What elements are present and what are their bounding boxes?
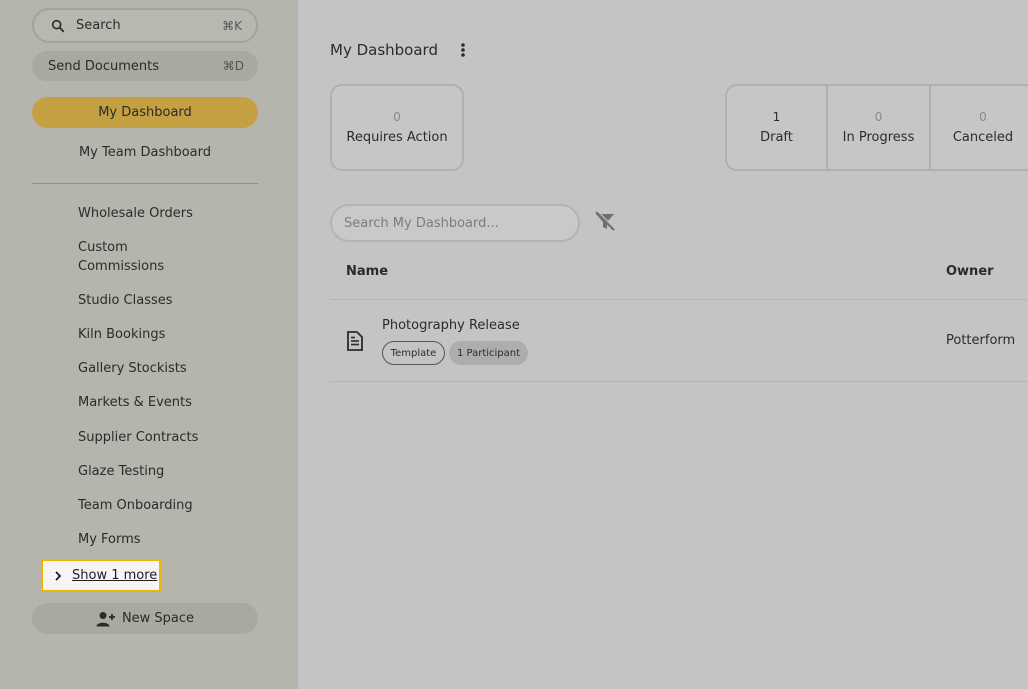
add-user-icon (96, 611, 115, 626)
space-item-glaze-testing[interactable]: Glaze Testing (78, 462, 164, 481)
canceled-count: 0 (979, 110, 987, 124)
table-row-divider (330, 381, 1028, 382)
draft-label: Draft (760, 130, 793, 145)
show-more-button[interactable]: Show 1 more (41, 559, 161, 592)
chevron-right-icon (55, 570, 62, 581)
space-item-supplier-contracts[interactable]: Supplier Contracts (78, 428, 198, 447)
space-item-wholesale-orders[interactable]: Wholesale Orders (78, 204, 193, 223)
nav-my-team-dashboard[interactable]: My Team Dashboard (32, 137, 258, 167)
filter-off-icon[interactable] (593, 209, 617, 233)
space-item-markets-events[interactable]: Markets & Events (78, 393, 192, 412)
template-badge: Template (382, 341, 445, 365)
nav-my-dashboard[interactable]: My Dashboard (32, 97, 258, 128)
space-item-team-onboarding[interactable]: Team Onboarding (78, 496, 193, 515)
status-card-draft[interactable]: 1 Draft (727, 86, 828, 169)
dashboard-search (330, 204, 580, 242)
search-shortcut: ⌘K (222, 18, 242, 33)
new-space-button[interactable]: New Space (32, 603, 258, 634)
status-card-canceled[interactable]: 0 Canceled (931, 86, 1028, 169)
document-title[interactable]: Photography Release (382, 318, 520, 333)
space-item-kiln-bookings[interactable]: Kiln Bookings (78, 325, 165, 344)
dashboard-search-input[interactable] (332, 206, 578, 240)
draft-count: 1 (772, 110, 781, 124)
space-item-studio-classes[interactable]: Studio Classes (78, 291, 173, 310)
search-icon (51, 19, 65, 32)
status-card-in-progress[interactable]: 0 In Progress (828, 86, 931, 169)
in-progress-label: In Progress (842, 130, 915, 145)
space-item-custom-commissions[interactable]: Custom Commissions (78, 238, 188, 276)
send-documents-shortcut: ⌘D (222, 59, 244, 73)
document-owner: Potterform (946, 333, 1016, 348)
requires-action-count: 0 (393, 110, 401, 124)
column-header-name[interactable]: Name (346, 264, 388, 279)
in-progress-count: 0 (874, 110, 883, 124)
sidebar: Search ⌘K Send Documents ⌘D My Dashboard… (0, 0, 298, 689)
requires-action-card[interactable]: 0 Requires Action (330, 84, 464, 171)
status-filter-group: 1 Draft 0 In Progress 0 Canceled (725, 84, 1028, 171)
main-content: My Dashboard 0 Requires Action 1 Draft 0… (298, 0, 1028, 689)
sidebar-divider (32, 183, 258, 184)
send-documents-label: Send Documents (48, 58, 159, 74)
participants-badge: 1 Participant (449, 341, 528, 365)
page-title: My Dashboard (330, 41, 438, 59)
space-item-my-forms[interactable]: My Forms (78, 530, 141, 549)
send-documents-button[interactable]: Send Documents ⌘D (32, 51, 258, 81)
search-label: Search (76, 18, 121, 33)
more-options-icon[interactable] (456, 41, 470, 59)
search-button[interactable]: Search ⌘K (32, 8, 258, 43)
new-space-label: New Space (121, 611, 195, 626)
column-header-owner[interactable]: Owner (946, 264, 994, 279)
show-more-label: Show 1 more (72, 568, 158, 583)
requires-action-label: Requires Action (346, 130, 448, 145)
canceled-label: Canceled (952, 130, 1014, 145)
space-item-gallery-stockists[interactable]: Gallery Stockists (78, 359, 187, 378)
document-icon (347, 331, 363, 351)
table-header-divider (330, 299, 1028, 300)
